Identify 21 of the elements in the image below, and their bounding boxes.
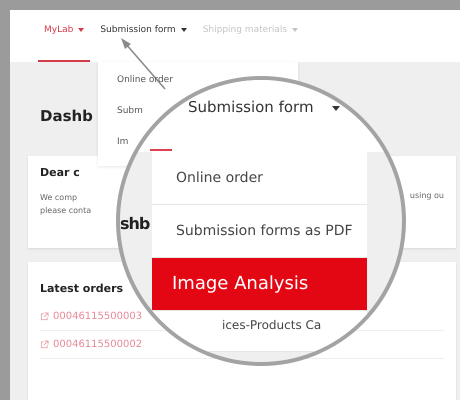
- page-heading: Dashb: [40, 106, 93, 127]
- dropdown-item[interactable]: ices-Products Ca: [152, 311, 367, 352]
- notice-title: Dear c: [40, 166, 80, 179]
- nav-menu-item[interactable]: Submission form: [188, 98, 314, 116]
- notice-text: please conta: [40, 205, 92, 217]
- page-heading: shb: [120, 214, 150, 233]
- caret-icon: [332, 106, 340, 111]
- caret-icon: [180, 28, 187, 32]
- caret-icon: [292, 28, 298, 32]
- external-link-icon: [40, 312, 49, 321]
- dropdown-item[interactable]: Subm: [117, 104, 143, 118]
- active-tab-underline: [150, 149, 172, 151]
- orders-title: Latest orders: [40, 282, 124, 295]
- dropdown-item[interactable]: Online order: [152, 152, 367, 205]
- notice-text: We comp: [40, 192, 78, 204]
- caret-icon: [78, 28, 84, 32]
- notice-text: using ou: [410, 191, 444, 202]
- nav-menu-item[interactable]: MyLab: [38, 10, 90, 62]
- dropdown-item[interactable]: Im: [117, 135, 128, 149]
- external-link-icon: [40, 340, 49, 349]
- dropdown-item[interactable]: Image Analysis: [152, 258, 367, 311]
